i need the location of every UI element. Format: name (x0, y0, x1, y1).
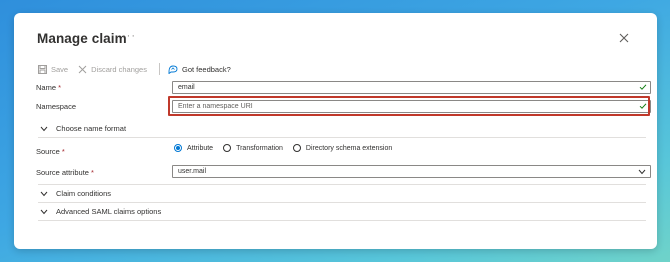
required-marker: * (61, 147, 65, 156)
radio-transformation[interactable]: Transformation (223, 144, 283, 152)
check-icon (639, 84, 647, 90)
feedback-label: Got feedback? (181, 64, 231, 74)
highlight-box (168, 96, 650, 116)
source-attribute-select[interactable]: user.mail (172, 165, 651, 178)
feedback-button[interactable]: Got feedback? (168, 64, 231, 74)
save-button[interactable]: Save (38, 64, 69, 74)
feedback-icon (168, 65, 178, 74)
chevron-down-icon (638, 169, 646, 175)
claim-conditions-label: Claim conditions (56, 189, 112, 198)
choose-name-format-label: Choose name format (56, 124, 127, 133)
name-label: Name * (36, 83, 61, 92)
save-icon (38, 64, 47, 74)
advanced-saml-label: Advanced SAML claims options (56, 207, 162, 216)
source-radio-group: Attribute Transformation Directory schem… (174, 144, 402, 152)
name-field[interactable]: email (172, 81, 651, 94)
radio-empty-icon (292, 144, 301, 152)
section-divider (38, 184, 646, 185)
discard-label: Discard changes (91, 64, 147, 74)
discard-changes-button[interactable]: Discard changes (78, 65, 147, 74)
chevron-down-icon (40, 191, 48, 196)
radio-attribute-label: Attribute (187, 144, 214, 152)
command-bar: Save Discard changes Got feedback? (38, 61, 241, 77)
discard-icon (78, 65, 87, 73)
chevron-down-icon (40, 209, 48, 214)
more-options-button[interactable]: ··· (122, 30, 136, 42)
name-value: email (178, 84, 195, 91)
choose-name-format-toggle[interactable]: Choose name format (38, 124, 646, 133)
page-title: Manage claim (37, 31, 127, 46)
source-attribute-label-text: Source attribute (36, 168, 89, 177)
manage-claim-panel: Manage claim ··· Save Discard changes Go… (14, 13, 657, 249)
section-divider (38, 202, 646, 203)
claim-conditions-toggle[interactable]: Claim conditions (38, 189, 646, 198)
advanced-saml-toggle[interactable]: Advanced SAML claims options (38, 207, 646, 216)
source-label: Source * (36, 147, 65, 156)
radio-empty-icon (223, 144, 232, 152)
section-divider (38, 137, 646, 138)
namespace-label: Namespace (36, 102, 77, 111)
source-attribute-label: Source attribute * (36, 168, 94, 177)
radio-directory-schema-extension[interactable]: Directory schema extension (292, 144, 393, 152)
radio-directory-label: Directory schema extension (305, 144, 393, 152)
source-attribute-value: user.mail (178, 168, 207, 175)
toolbar-separator (158, 63, 160, 75)
radio-selected-icon (174, 144, 182, 152)
close-icon[interactable] (618, 32, 630, 44)
name-label-text: Name (36, 83, 57, 92)
save-label: Save (51, 64, 69, 74)
source-label-text: Source (36, 147, 60, 156)
radio-transformation-label: Transformation (236, 144, 283, 152)
chevron-down-icon (40, 126, 48, 131)
required-marker: * (91, 168, 94, 177)
required-marker: * (58, 83, 62, 92)
radio-attribute[interactable]: Attribute (174, 144, 213, 152)
section-divider (38, 220, 646, 221)
